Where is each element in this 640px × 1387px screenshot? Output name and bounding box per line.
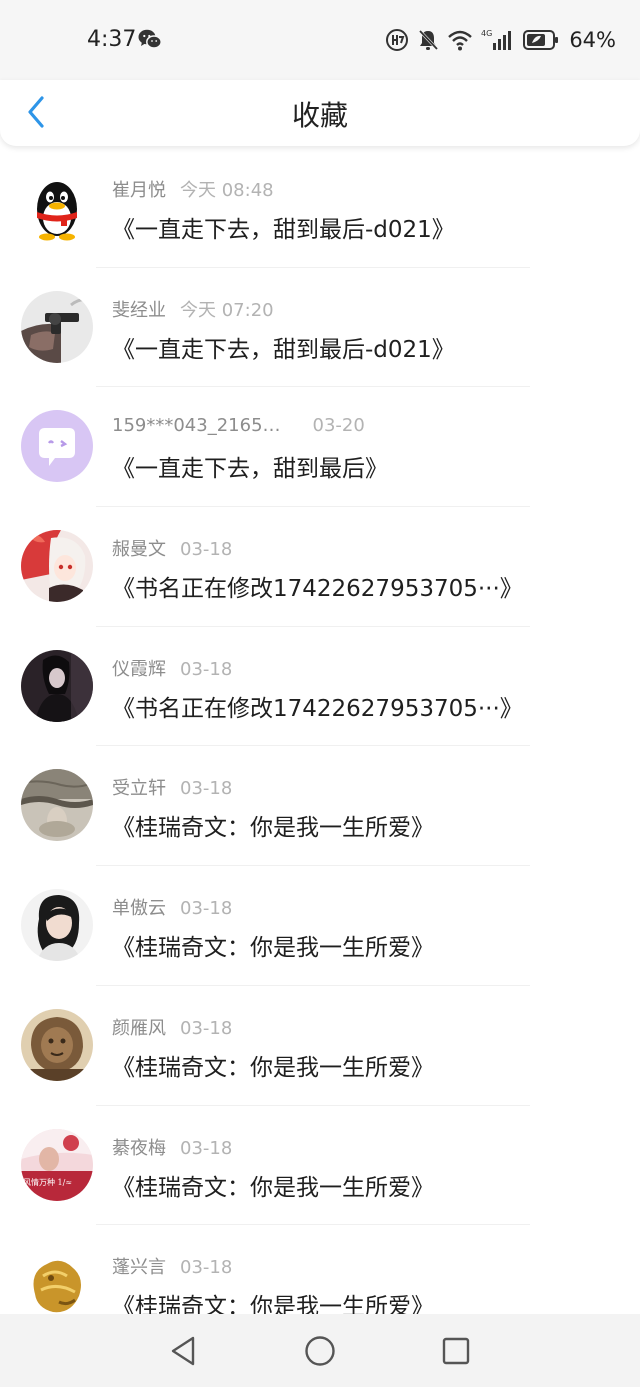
avatar: 风情万种 1/≈ (21, 1128, 93, 1201)
purple-chat-icon (21, 410, 93, 483)
book-title: 《一直走下去，甜到最后-d021》 (112, 217, 455, 243)
nav-back-button[interactable] (166, 1334, 200, 1368)
page-title: 收藏 (291, 99, 348, 132)
nav-recent-button[interactable] (439, 1334, 473, 1368)
anime-girl-image (21, 530, 93, 603)
wechat-icon (138, 28, 162, 54)
avatar (21, 889, 93, 962)
timestamp: 今天 08:48 (180, 180, 274, 201)
user-name: 颜雁风 (112, 1017, 166, 1039)
avatar (21, 290, 93, 363)
item-meta: 赧曼文 03-18 (112, 535, 232, 561)
user-name: 赧曼文 (112, 539, 166, 561)
hand-pistol-image (21, 290, 93, 363)
avatar (21, 410, 93, 483)
timestamp: 03-18 (180, 658, 233, 680)
user-name: 斐经业 (112, 299, 166, 321)
avatar-caption: 风情万种 1/≈ (23, 1177, 72, 1187)
timestamp: 今天 07:20 (180, 299, 274, 321)
list-item[interactable]: 风情万种 1/≈ 綦夜梅 03-18 《桂瑞奇文：你是我一生所爱》 (0, 1106, 640, 1226)
triangle-back-icon (171, 1336, 195, 1366)
hd-call-icon (385, 28, 409, 52)
system-nav-bar (0, 1314, 640, 1387)
book-title: 《书名正在修改17422627953705···》 (112, 576, 523, 603)
user-name: 159***043_2165… (112, 415, 281, 437)
book-title: 《一直走下去，甜到最后-d021》 (112, 336, 455, 363)
book-title: 《一直走下去，甜到最后》 (112, 456, 388, 483)
avatar (21, 530, 93, 603)
nav-home-button[interactable] (303, 1334, 337, 1368)
lion-statue-image (21, 1008, 93, 1081)
list-item[interactable]: 颜雁风 03-18 《桂瑞奇文：你是我一生所爱》 (0, 986, 640, 1106)
item-meta: 颜雁风 03-18 (112, 1014, 232, 1040)
cellular-signal-icon: 4G (481, 28, 515, 52)
status-bar: 4:37 4G 64% (0, 0, 640, 80)
book-title: 《桂瑞奇文：你是我一生所爱》 (112, 815, 434, 842)
book-title: 《桂瑞奇文：你是我一生所爱》 (112, 1174, 434, 1201)
item-meta: 单傲云 03-18 (112, 894, 232, 920)
book-title: 《桂瑞奇文：你是我一生所爱》 (112, 935, 434, 962)
user-name: 受立轩 (112, 778, 166, 800)
list-item[interactable]: 斐经业 今天 07:20 《一直走下去，甜到最后-d021》 (0, 268, 640, 388)
list-item[interactable]: 蓬兴言 03-18 《桂瑞奇文：你是我一生所爱》 (0, 1225, 640, 1314)
underwater-image (21, 769, 93, 842)
item-meta: 斐经业 今天 07:20 (112, 296, 274, 322)
timestamp: 03-18 (180, 1017, 233, 1039)
avatar (21, 1008, 93, 1081)
battery-icon (523, 29, 559, 51)
timestamp: 03-18 (180, 539, 233, 561)
circle-home-icon (305, 1336, 335, 1366)
status-time: 4:37 (87, 27, 137, 52)
timestamp: 03-18 (180, 1257, 233, 1279)
avatar (21, 769, 93, 842)
wifi-icon (447, 29, 473, 51)
book-title: 《书名正在修改17422627953705···》 (112, 695, 523, 722)
list-item[interactable]: 崔月悦 今天 08:48 《一直走下去，甜到最后-d021》 (0, 148, 640, 268)
avatar (21, 1248, 93, 1314)
item-meta: 159***043_2165… 03-20 (112, 415, 365, 436)
battery-percentage: 64% (569, 28, 616, 52)
header-bar: 收藏 (0, 80, 640, 146)
item-meta: 仪霞辉 03-18 (112, 655, 232, 681)
user-name: 蓬兴言 (112, 1257, 166, 1279)
list-item[interactable]: 159***043_2165… 03-20 《一直走下去，甜到最后》 (0, 387, 640, 508)
avatar (21, 171, 93, 243)
qq-penguin-icon (21, 171, 93, 243)
timestamp: 03-18 (180, 1137, 233, 1159)
screen: 4:37 4G 64% 收藏 崔月悦 今天 08:48 《一直走下去，甜到最后-… (0, 0, 640, 1387)
list-item[interactable]: 赧曼文 03-18 《书名正在修改17422627953705···》 (0, 507, 640, 627)
item-meta: 蓬兴言 03-18 (112, 1253, 232, 1279)
user-name: 綦夜梅 (112, 1137, 166, 1159)
favorites-list: 崔月悦 今天 08:48 《一直走下去，甜到最后-d021》 斐经业 今天 07:2 (0, 148, 640, 1314)
item-meta: 受立轩 03-18 (112, 774, 232, 800)
user-name: 仪霞辉 (112, 658, 166, 680)
list-item[interactable]: 仪霞辉 03-18 《书名正在修改17422627953705···》 (0, 627, 640, 747)
square-recent-icon (442, 1337, 470, 1365)
book-title: 《桂瑞奇文：你是我一生所爱》 (112, 1294, 434, 1314)
gold-dragon-image (21, 1248, 93, 1314)
timestamp: 03-18 (180, 898, 233, 920)
pink-text-image: 风情万种 1/≈ (21, 1128, 93, 1201)
item-meta: 綦夜梅 03-18 (112, 1134, 232, 1160)
user-name: 崔月悦 (112, 180, 166, 201)
avatar (21, 649, 93, 722)
dark-figure-image (21, 649, 93, 722)
status-icons: 4G 64% (385, 26, 616, 54)
timestamp: 03-18 (180, 778, 233, 800)
timestamp: 03-20 (312, 415, 365, 437)
network-type-label: 4G (481, 29, 492, 38)
list-item[interactable]: 受立轩 03-18 《桂瑞奇文：你是我一生所爱》 (0, 746, 640, 867)
mute-bell-icon (417, 28, 439, 52)
list-item[interactable]: 单傲云 03-18 《桂瑞奇文：你是我一生所爱》 (0, 866, 640, 986)
user-name: 单傲云 (112, 898, 166, 920)
girl-portrait-image (21, 889, 93, 962)
book-title: 《桂瑞奇文：你是我一生所爱》 (112, 1054, 434, 1081)
item-meta: 崔月悦 今天 08:48 (112, 176, 274, 202)
